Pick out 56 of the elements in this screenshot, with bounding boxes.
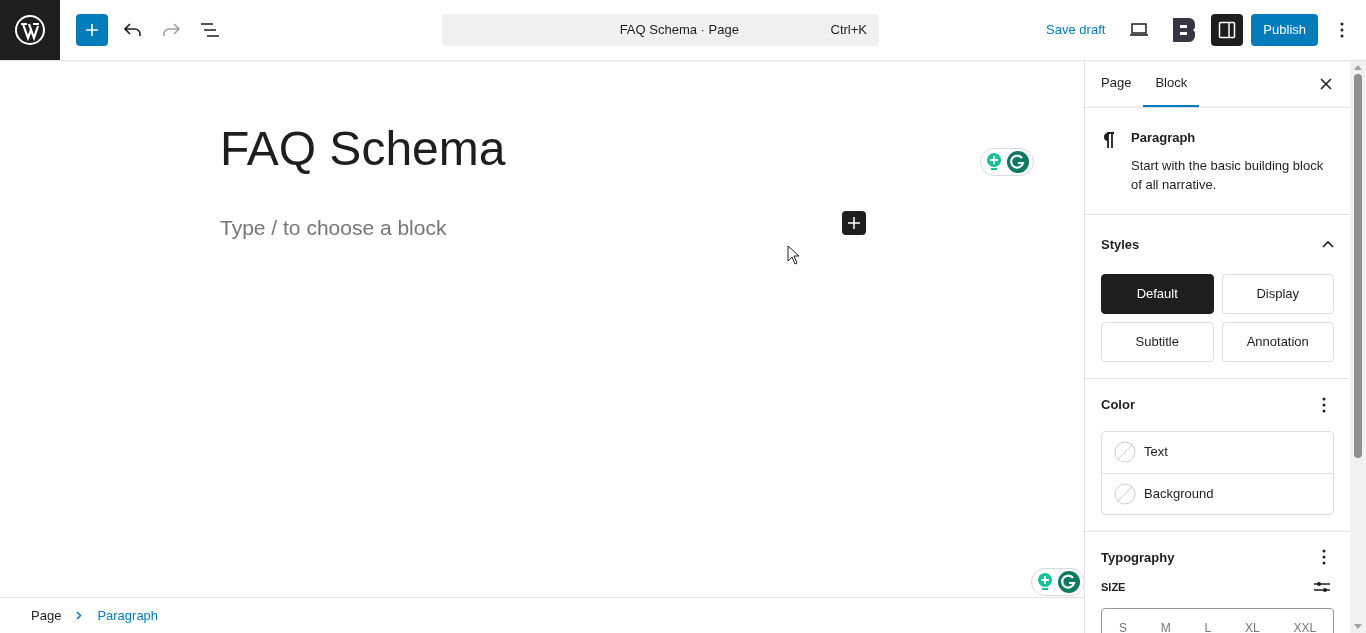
size-selector[interactable]: S M L XL XXL (1101, 607, 1334, 633)
chevron-icon[interactable] (1322, 240, 1334, 249)
style-option[interactable]: Subtitle (1101, 322, 1214, 362)
undo-icon[interactable] (124, 23, 142, 37)
size-option[interactable]: M (1160, 618, 1171, 633)
sidebar-toggle[interactable] (1211, 14, 1244, 46)
breadcrumb-link[interactable]: Page (31, 605, 62, 626)
cursor-icon (787, 245, 800, 265)
size-option[interactable]: S (1118, 618, 1127, 633)
block-name: Paragraph (1131, 129, 1197, 147)
plus-icon (84, 22, 100, 38)
more-options-icon[interactable] (1340, 22, 1344, 38)
command-title: FAQ Schema · Page (618, 21, 740, 40)
sidebar-icon (1218, 21, 1237, 39)
color-label: Background (1144, 484, 1214, 503)
laptop-icon[interactable] (1129, 23, 1150, 37)
size-option[interactable]: XXL (1293, 618, 1317, 633)
block-placeholder[interactable]: Type / to choose a block (220, 212, 447, 244)
color-label: Text (1144, 443, 1168, 462)
size-label: SIZE (1101, 580, 1126, 595)
block-logo-icon[interactable] (1173, 18, 1196, 42)
empty-color-icon (1114, 441, 1136, 463)
size-option[interactable]: XL (1244, 618, 1260, 633)
style-option[interactable]: Default (1101, 274, 1214, 314)
chevron-right-icon (76, 611, 83, 620)
panel-title: Color (1101, 396, 1135, 414)
sidebar-tab[interactable]: Block (1143, 61, 1200, 107)
close-icon[interactable] (1320, 78, 1332, 90)
list-view-icon[interactable] (200, 23, 220, 37)
style-option[interactable]: Display (1221, 274, 1334, 314)
panel-title: Typography (1101, 548, 1175, 567)
panel-title[interactable]: Styles (1101, 234, 1140, 254)
plus-icon (848, 217, 860, 229)
publish-button[interactable]: Publish (1251, 14, 1318, 46)
empty-color-icon (1114, 482, 1136, 505)
sidebar-tab[interactable]: Page (1089, 61, 1144, 107)
inserter-button[interactable] (842, 211, 866, 235)
block-description: Start with the basic building block of all narrative. (1131, 156, 1325, 194)
style-option[interactable]: Annotation (1221, 322, 1334, 362)
breadcrumb-link[interactable]: Paragraph (97, 605, 159, 626)
wordpress-logo[interactable] (0, 0, 60, 60)
sliders-icon[interactable] (1314, 580, 1330, 595)
size-option[interactable]: L (1204, 618, 1212, 633)
shortcut-text: Ctrl+K (830, 21, 868, 40)
page-title[interactable]: FAQ Schema (220, 125, 506, 173)
grammarly-icon[interactable] (1058, 571, 1080, 593)
more-options-icon[interactable] (1322, 396, 1326, 413)
color-option[interactable]: Text (1102, 431, 1333, 473)
add-block-button[interactable] (76, 14, 108, 46)
grammarly-icon[interactable] (1007, 151, 1029, 173)
save-draft-link[interactable]: Save draft (1038, 12, 1114, 48)
color-option[interactable]: Background (1102, 472, 1333, 514)
more-options-icon[interactable] (1322, 549, 1326, 566)
paragraph-icon (1101, 132, 1115, 148)
scrollbar-thumb[interactable] (1354, 74, 1362, 458)
command-bar[interactable]: FAQ Schema · Page Ctrl+K (442, 14, 879, 46)
